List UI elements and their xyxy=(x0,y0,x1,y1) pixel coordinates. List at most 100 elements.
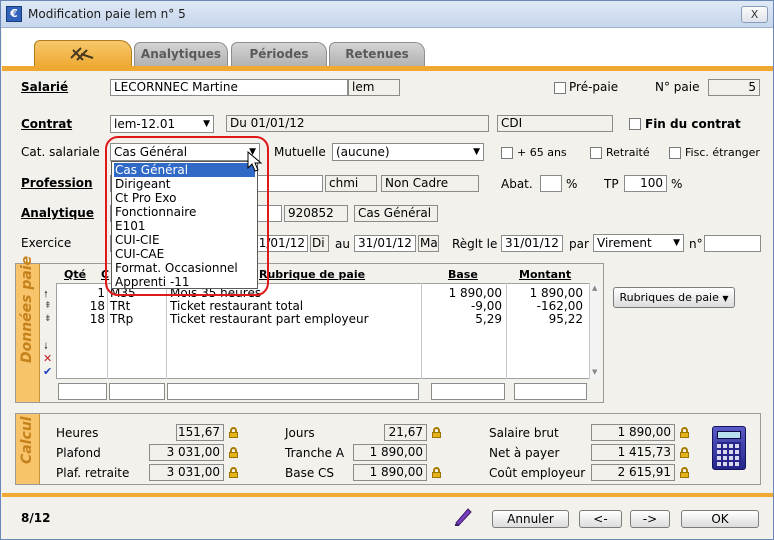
tranche-a-value: 1 890,00 xyxy=(353,444,427,461)
contrat-label[interactable]: Contrat xyxy=(21,117,72,131)
entry-rubrique-input[interactable] xyxy=(167,383,419,400)
general-tab-icon xyxy=(70,47,94,61)
grid-scrollbar[interactable]: ▲ ▼ xyxy=(589,283,601,379)
row-montant: 95,22 xyxy=(548,312,583,326)
plus65-checkbox[interactable] xyxy=(501,147,513,159)
lock-icon[interactable] xyxy=(432,427,441,438)
row-code: TRp xyxy=(110,312,134,326)
grid-divider xyxy=(166,283,167,379)
lock-icon[interactable] xyxy=(680,447,689,458)
entry-code-input[interactable] xyxy=(109,383,165,400)
scroll-down-icon[interactable]: ▼ xyxy=(592,368,597,376)
donnees-paie-side-label: Données paie xyxy=(19,255,35,363)
fin-contrat-checkbox[interactable] xyxy=(629,118,641,130)
entry-montant-input[interactable] xyxy=(514,383,587,400)
move-down-icon[interactable]: ⇟ xyxy=(44,314,52,324)
salarie-label[interactable]: Salarié xyxy=(21,80,68,94)
prepaie-checkbox[interactable] xyxy=(554,82,566,94)
grid-divider xyxy=(107,283,108,379)
base-cs-value: 1 890,00 xyxy=(353,464,427,481)
calculator-icon[interactable] xyxy=(712,426,746,470)
lock-icon[interactable] xyxy=(432,467,441,478)
close-button[interactable]: X xyxy=(741,6,768,23)
exercice-from-day: Di xyxy=(310,235,329,252)
col-montant: Montant xyxy=(519,268,572,281)
npaie-label: N° paie xyxy=(655,80,700,94)
prev-button[interactable]: <- xyxy=(579,510,622,528)
lock-icon[interactable] xyxy=(229,467,238,478)
chevron-down-icon: ▼ xyxy=(473,147,480,157)
highlight-annotation xyxy=(105,136,269,296)
retraite-checkbox[interactable] xyxy=(590,147,602,159)
salarie-name-field[interactable]: LECORNNEC Martine xyxy=(110,79,348,96)
col-rubrique: Rubrique de paie xyxy=(259,268,366,281)
tab-retenues[interactable]: Retenues xyxy=(329,42,425,66)
heures-label: Heures xyxy=(56,426,99,440)
cat-salariale-label: Cat. salariale xyxy=(21,145,100,159)
cout-employeur-value: 2 615,91 xyxy=(591,464,675,481)
prepaie-label: Pré-paie xyxy=(569,80,619,94)
lock-icon[interactable] xyxy=(680,427,689,438)
lock-icon[interactable] xyxy=(680,467,689,478)
entry-qte-input[interactable] xyxy=(58,383,107,400)
jours-value: 21,67 xyxy=(384,424,427,441)
lock-icon[interactable] xyxy=(229,427,238,438)
title-bar: € Modification paie lem n° 5 X xyxy=(1,1,773,28)
chevron-down-icon: ▼ xyxy=(203,119,210,129)
fisc-etranger-label: Fisc. étranger xyxy=(685,146,760,159)
salaire-brut-value: 1 890,00 xyxy=(591,424,675,441)
analytique-code-field: 920852 xyxy=(284,205,348,222)
col-qte: Qté xyxy=(64,268,87,281)
annuler-button[interactable]: Annuler xyxy=(492,510,569,528)
mutuelle-select[interactable]: (aucune) ▼ xyxy=(332,143,484,161)
abat-pct: % xyxy=(566,177,578,191)
analytique-value-field: Cas Général xyxy=(354,205,438,222)
mutuelle-label: Mutuelle xyxy=(274,145,326,159)
calcul-side-label: Calcul xyxy=(19,416,35,464)
plafond-value: 3 031,00 xyxy=(149,444,224,461)
tab-general[interactable] xyxy=(34,40,132,67)
tab-analytiques[interactable]: Analytiques xyxy=(134,42,228,66)
col-base: Base xyxy=(448,268,478,281)
abat-label: Abat. xyxy=(501,177,533,191)
analytique-label[interactable]: Analytique xyxy=(21,206,94,220)
contrat-select[interactable]: lem-12.01 ▼ xyxy=(110,115,214,133)
lock-icon[interactable] xyxy=(229,447,238,458)
delete-row-icon[interactable]: ✕ xyxy=(43,352,52,365)
au-label: au xyxy=(335,237,350,251)
tab-periodes[interactable]: Périodes xyxy=(231,42,327,66)
ok-button[interactable]: OK xyxy=(681,510,759,528)
reglt-date-field[interactable]: 31/01/12 xyxy=(501,235,563,252)
footer-line xyxy=(2,493,773,497)
mode-paiement-select[interactable]: Virement ▼ xyxy=(593,234,684,252)
tranche-a-label: Tranche A xyxy=(285,446,345,460)
tab-underline xyxy=(2,66,773,71)
profession-label[interactable]: Profession xyxy=(21,176,93,190)
window-title: Modification paie lem n° 5 xyxy=(28,7,186,21)
pencil-icon[interactable] xyxy=(453,506,473,526)
scroll-up-icon[interactable]: ▲ xyxy=(592,284,597,292)
row-qte: 18 xyxy=(89,312,105,326)
validate-row-icon[interactable]: ✔ xyxy=(43,365,52,378)
tp-field[interactable]: 100 xyxy=(624,175,667,192)
reglt-label: Règlt le xyxy=(452,237,498,251)
fisc-etranger-checkbox[interactable] xyxy=(669,147,681,159)
npaie-field: 5 xyxy=(708,79,760,96)
no-field[interactable] xyxy=(704,235,761,252)
abat-field[interactable] xyxy=(540,175,562,192)
rubriques-de-paie-button[interactable]: Rubriques de paie ▼ xyxy=(613,287,735,308)
page-counter: 8/12 xyxy=(21,511,51,525)
exercice-to-field[interactable]: 31/01/12 xyxy=(354,235,416,252)
row-label: Ticket restaurant part employeur xyxy=(170,312,369,326)
retraite-label: Retraité xyxy=(606,146,650,159)
grid-divider xyxy=(421,283,422,379)
mutuelle-value: (aucune) xyxy=(336,145,390,159)
base-cs-label: Base CS xyxy=(285,466,335,480)
move-up-icon[interactable]: ⇞ xyxy=(44,301,52,311)
row-base: 5,29 xyxy=(475,312,502,326)
contrat-type-field: CDI xyxy=(497,115,613,132)
net-payer-label: Net à payer xyxy=(489,446,560,460)
contrat-du-field: Du 01/01/12 xyxy=(226,115,489,132)
entry-base-input[interactable] xyxy=(431,383,505,400)
next-button[interactable]: -> xyxy=(630,510,670,528)
